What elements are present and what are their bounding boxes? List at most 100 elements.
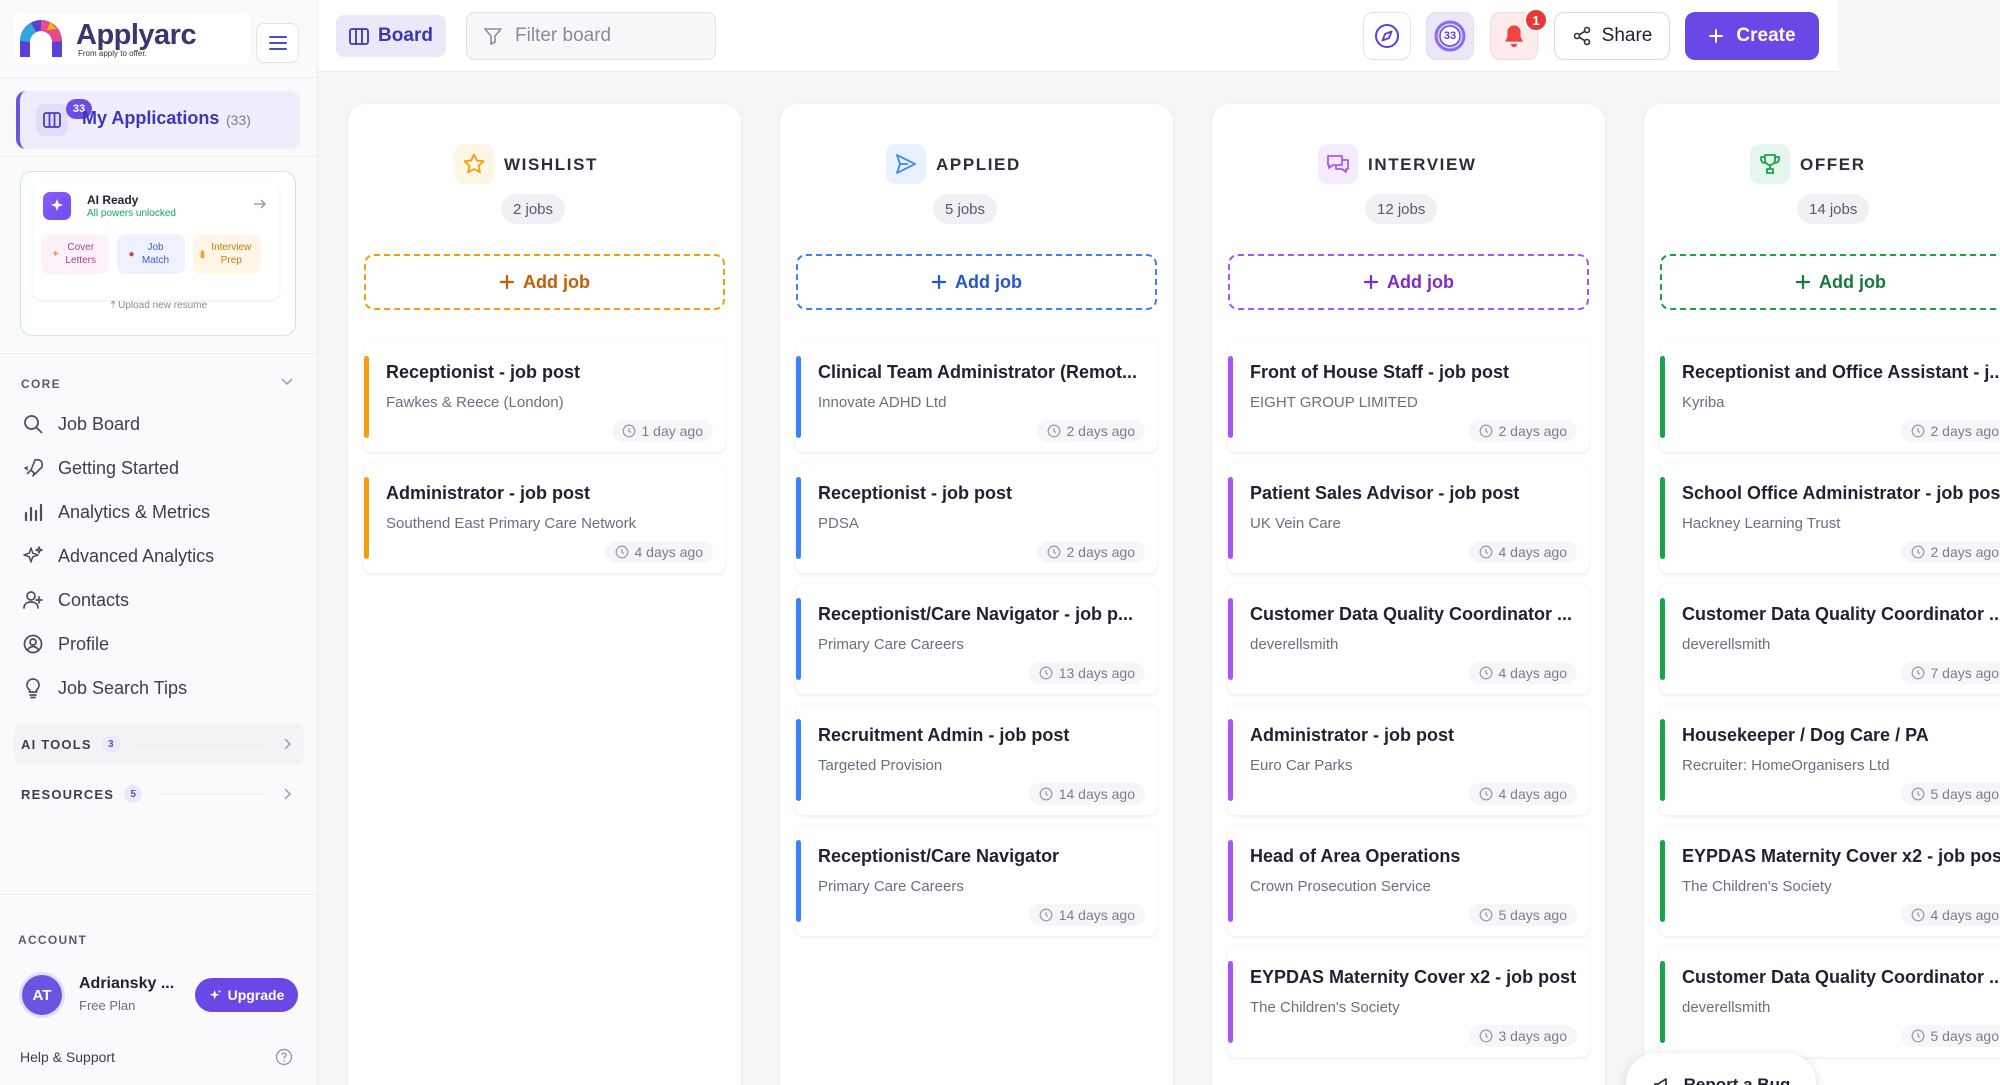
job-card[interactable]: Housekeeper / Dog Care / PA Recruiter: H…: [1660, 705, 2000, 815]
report-bug-label: Report a Bug: [1683, 1075, 1791, 1085]
job-time: 4 days ago: [1498, 544, 1568, 560]
ai-ready-card[interactable]: AI Ready All powers unlocked ✦ Cover Let…: [20, 171, 296, 336]
job-time: 2 days ago: [1066, 423, 1136, 439]
column-job-count: 2 jobs: [501, 194, 566, 224]
my-applications-label: My Applications: [82, 108, 220, 128]
job-match-chip[interactable]: ● Job Match: [117, 234, 185, 274]
filter-placeholder: Filter board: [515, 25, 612, 46]
job-card[interactable]: Administrator - job post Southend East P…: [364, 463, 725, 573]
column-applied: APPLIED 5 jobs Add job Clinical Team Admi…: [780, 104, 1173, 1085]
explore-button[interactable]: [1363, 12, 1411, 60]
clock-icon: [1479, 424, 1493, 438]
job-card[interactable]: Customer Data Quality Coordinator ... de…: [1660, 584, 2000, 694]
clock-icon: [1479, 908, 1493, 922]
avatar[interactable]: AT: [22, 975, 62, 1015]
nav-job-board[interactable]: Job Board: [22, 406, 302, 442]
nav-label: Profile: [58, 633, 110, 654]
nav-label: Job Search Tips: [58, 677, 188, 698]
pen-icon: ✦: [51, 248, 60, 260]
my-applications-item[interactable]: 33 My Applications (33): [16, 91, 300, 149]
job-title: Receptionist - job post: [818, 483, 1013, 503]
add-job-button[interactable]: Add job: [796, 254, 1157, 310]
brand-logo[interactable]: Applyarc From apply to offer.: [14, 14, 250, 64]
add-job-button[interactable]: Add job: [1228, 254, 1589, 310]
nav-job-search-tips[interactable]: Job Search Tips: [22, 670, 302, 706]
interview-prep-chip[interactable]: ▮ Interview Prep: [193, 234, 261, 274]
job-card[interactable]: EYPDAS Maternity Cover x2 - job post The…: [1660, 826, 2000, 936]
ai-tools-group[interactable]: AI TOOLS 3: [14, 724, 304, 764]
job-card[interactable]: EYPDAS Maternity Cover x2 - job post The…: [1228, 947, 1589, 1057]
status-bar: [796, 598, 801, 680]
nav-contacts[interactable]: Contacts: [22, 582, 302, 618]
help-circle-icon[interactable]: [275, 1048, 293, 1066]
job-company: Euro Car Parks: [1250, 757, 1353, 774]
job-card[interactable]: Receptionist and Office Assistant - j...…: [1660, 342, 2000, 452]
job-title: Housekeeper / Dog Care / PA: [1682, 725, 1929, 745]
send-icon: [886, 144, 926, 184]
job-card[interactable]: Administrator - job post Euro Car Parks …: [1228, 705, 1589, 815]
job-card[interactable]: Receptionist/Care Navigator - job p... P…: [796, 584, 1157, 694]
job-card[interactable]: Front of House Staff - job post EIGHT GR…: [1228, 342, 1589, 452]
job-card[interactable]: Customer Data Quality Coordinator ... de…: [1228, 584, 1589, 694]
profile-progress-button[interactable]: 33: [1426, 12, 1474, 60]
nav-getting-started[interactable]: Getting Started: [22, 450, 302, 486]
job-time-badge: 4 days ago: [1468, 541, 1577, 563]
job-card[interactable]: Receptionist - job post Fawkes & Reece (…: [364, 342, 725, 452]
column-wishlist: WISHLIST 2 jobs Add job Receptionist - jo…: [348, 104, 741, 1085]
job-card[interactable]: Receptionist - job post PDSA 2 days ago: [796, 463, 1157, 573]
board-view-button[interactable]: Board: [336, 15, 446, 57]
job-card[interactable]: Receptionist/Care Navigator Primary Care…: [796, 826, 1157, 936]
job-card[interactable]: Clinical Team Administrator (Remot... In…: [796, 342, 1157, 452]
plus-icon: [1363, 274, 1379, 290]
job-time-badge: 13 days ago: [1028, 662, 1145, 684]
chevron-right-icon: [284, 738, 292, 750]
job-time: 14 days ago: [1058, 907, 1135, 923]
share-button[interactable]: Share: [1554, 12, 1670, 60]
add-job-button[interactable]: Add job: [364, 254, 725, 310]
job-company: The Children's Society: [1682, 878, 1832, 895]
nav-analytics-metrics[interactable]: Analytics & Metrics: [22, 494, 302, 530]
help-support-link[interactable]: Help & Support: [20, 1049, 115, 1065]
job-company: EIGHT GROUP LIMITED: [1250, 394, 1418, 411]
cover-letters-chip[interactable]: ✦ Cover Letters: [41, 234, 109, 274]
job-card[interactable]: Patient Sales Advisor - job post UK Vein…: [1228, 463, 1589, 573]
job-title: Recruitment Admin - job post: [818, 725, 1070, 745]
resources-label: RESOURCES: [21, 786, 115, 802]
upload-resume-link[interactable]: ⤒ Upload new resume: [21, 300, 297, 311]
job-card[interactable]: Head of Area Operations Crown Prosecutio…: [1228, 826, 1589, 936]
upgrade-button[interactable]: Upgrade: [195, 978, 298, 1012]
job-card[interactable]: Recruitment Admin - job post Targeted Pr…: [796, 705, 1157, 815]
arrow-right-icon[interactable]: [253, 198, 267, 210]
status-bar: [1228, 477, 1233, 559]
resources-group[interactable]: RESOURCES 5: [14, 774, 304, 814]
job-company: Crown Prosecution Service: [1250, 878, 1431, 895]
job-card[interactable]: Customer Data Quality Coordinator ... de…: [1660, 947, 2000, 1057]
chevron-down-icon[interactable]: [280, 376, 294, 386]
menu-toggle-button[interactable]: [256, 23, 299, 63]
job-time: 5 days ago: [1930, 1028, 2000, 1044]
nav-advanced-analytics[interactable]: Advanced Analytics: [22, 538, 302, 574]
job-title: Patient Sales Advisor - job post: [1250, 483, 1520, 503]
nav-profile[interactable]: Profile: [22, 626, 302, 662]
create-button[interactable]: Create: [1685, 12, 1819, 60]
job-time: 14 days ago: [1058, 786, 1135, 802]
job-time-badge: 7 days ago: [1900, 662, 2000, 684]
job-card[interactable]: School Office Administrator - job post H…: [1660, 463, 2000, 573]
job-time: 2 days ago: [1930, 423, 2000, 439]
add-job-button[interactable]: Add job: [1660, 254, 2000, 310]
add-job-label: Add job: [1387, 271, 1454, 292]
nav-label: Contacts: [58, 589, 130, 610]
job-company: UK Vein Care: [1250, 515, 1341, 532]
account-section-label: ACCOUNT: [18, 933, 88, 947]
filter-board-input[interactable]: Filter board: [466, 12, 716, 60]
clock-icon: [615, 545, 629, 559]
job-time: 5 days ago: [1498, 907, 1568, 923]
report-bug-button[interactable]: Report a Bug: [1626, 1053, 1816, 1085]
job-title: School Office Administrator - job post: [1682, 483, 2000, 503]
job-company: Recruiter: HomeOrganisers Ltd: [1682, 757, 1890, 774]
job-title: Receptionist/Care Navigator - job p...: [818, 604, 1134, 624]
board-columns-icon: [36, 104, 68, 136]
job-time: 2 days ago: [1066, 544, 1136, 560]
job-time-badge: 1 day ago: [611, 420, 713, 442]
share-icon: [1573, 26, 1590, 46]
